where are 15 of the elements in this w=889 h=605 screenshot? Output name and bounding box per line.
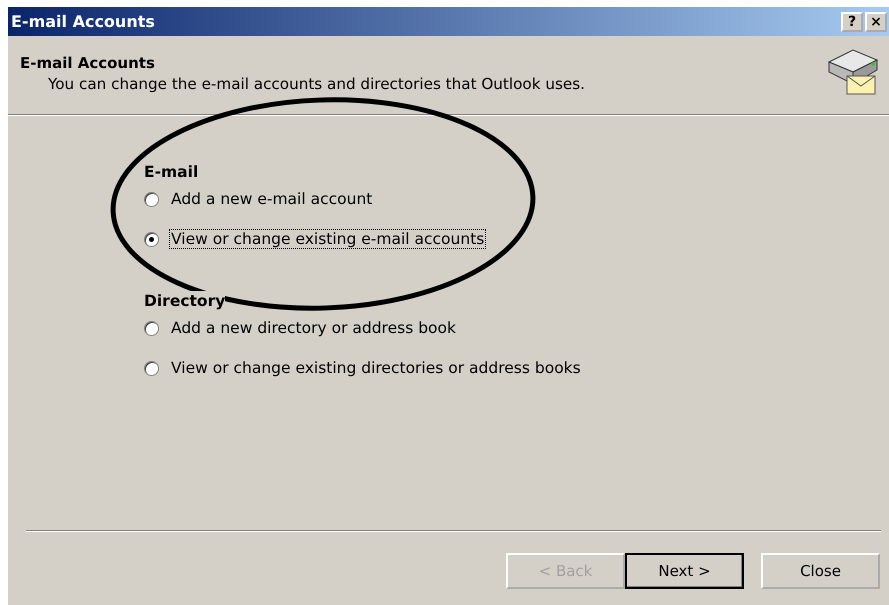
radio-button[interactable] [144, 192, 159, 206]
radio-button[interactable] [144, 360, 159, 376]
next-button[interactable]: Next > [625, 553, 744, 589]
close-button[interactable]: × [865, 12, 887, 32]
radio-button[interactable] [144, 232, 159, 246]
option-label[interactable]: View or change existing directories or address books [169, 358, 583, 378]
header-subtitle: You can change the e-mail accounts and directories that Outlook uses. [48, 74, 585, 92]
option-label[interactable]: Add a new directory or address book [169, 318, 458, 338]
radio-button[interactable] [144, 320, 159, 336]
window-title: E-mail Accounts [11, 12, 155, 31]
help-button[interactable]: ? [841, 12, 863, 32]
header-title: E-mail Accounts [20, 54, 156, 72]
option-label[interactable]: View or change existing e-mail accounts [169, 229, 486, 249]
group-heading: Directory [144, 291, 226, 311]
close-dialog-button[interactable]: Close [761, 553, 880, 589]
